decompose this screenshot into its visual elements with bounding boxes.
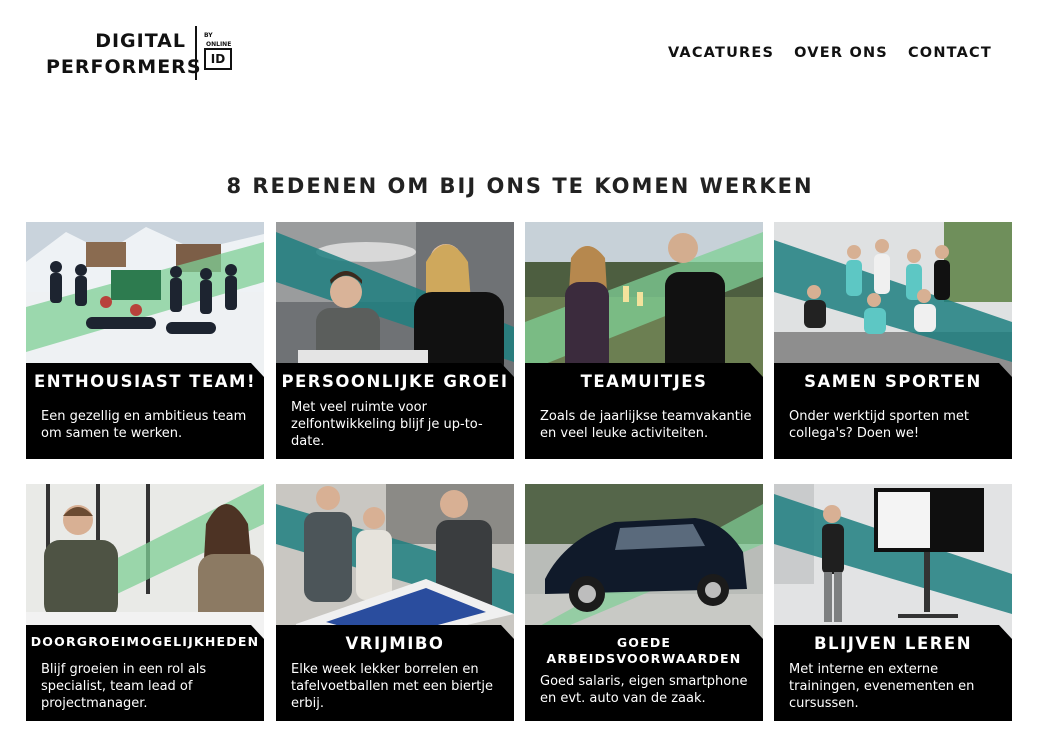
card-description: Goed salaris, eigen smartphone en evt. a… <box>540 674 748 706</box>
card-caption: GOEDE ARBEIDSVOORWAARDEN Goed salaris, e… <box>525 625 763 721</box>
reason-card-persoonlijke-groei[interactable]: PERSOONLIJKE GROEI Met veel ruimte voor … <box>276 222 514 459</box>
nav-link-contact[interactable]: CONTACT <box>908 45 992 61</box>
logo-id-badge: ID <box>204 48 232 70</box>
reason-card-doorgroeimogelijkheden[interactable]: DOORGROEIMOGELIJKHEDEN Blijf groeien in … <box>26 484 264 721</box>
card-caption: PERSOONLIJKE GROEI Met veel ruimte voor … <box>276 363 514 459</box>
card-title: TEAMUITJES <box>580 372 708 391</box>
card-description: Met interne en externe trainingen, evene… <box>789 662 975 711</box>
card-description: Onder werktijd sporten met collega's? Do… <box>789 409 969 441</box>
logo-text-digital: DIGITAL <box>95 30 186 52</box>
meeting-photo <box>26 484 264 644</box>
card-description: Elke week lekker borrelen en tafelvoetba… <box>291 662 493 711</box>
team-mountain-photo <box>26 222 264 382</box>
card-title: DOORGROEIMOGELIJKHEDEN <box>30 634 260 649</box>
main-nav: VACATURES OVER ONS CONTACT <box>668 45 992 61</box>
card-title: PERSOONLIJKE GROEI <box>281 372 509 391</box>
foosball-photo <box>276 484 514 644</box>
card-description: Met veel ruimte voor zelfontwikkeling bl… <box>291 400 483 449</box>
reason-card-goede-arbeidsvoorwaarden[interactable]: GOEDE ARBEIDSVOORWAARDEN Goed salaris, e… <box>525 484 763 721</box>
card-caption: ENTHOUSIAST TEAM! Een gezellig en ambiti… <box>26 363 264 459</box>
logo-divider <box>195 26 197 80</box>
presentation-photo <box>774 484 1012 644</box>
card-title: GOEDE ARBEIDSVOORWAARDEN <box>546 635 742 666</box>
card-description: Een gezellig en ambitieus team om samen … <box>41 409 247 441</box>
reason-card-teamuitjes[interactable]: TEAMUITJES Zoals de jaarlijkse teamvakan… <box>525 222 763 459</box>
card-title: BLIJVEN LEREN <box>813 634 973 653</box>
reason-card-enthousiast-team[interactable]: ENTHOUSIAST TEAM! Een gezellig en ambiti… <box>26 222 264 459</box>
company-car-photo <box>525 484 763 644</box>
reason-card-samen-sporten[interactable]: SAMEN SPORTEN Onder werktijd sporten met… <box>774 222 1012 459</box>
nav-link-over-ons[interactable]: OVER ONS <box>794 45 888 61</box>
toast-photo <box>525 222 763 382</box>
logo-text-online: ONLINE <box>206 41 232 48</box>
card-caption: BLIJVEN LEREN Met interne en externe tra… <box>774 625 1012 721</box>
page-title: 8 REDENEN OM BIJ ONS TE KOMEN WERKEN <box>226 174 814 199</box>
card-title: ENTHOUSIAST TEAM! <box>34 372 256 391</box>
card-caption: DOORGROEIMOGELIJKHEDEN Blijf groeien in … <box>26 625 264 721</box>
card-description: Blijf groeien in een rol als specialist,… <box>41 662 207 711</box>
nav-link-vacatures[interactable]: VACATURES <box>668 45 774 61</box>
card-title: SAMEN SPORTEN <box>804 372 982 391</box>
reason-card-blijven-leren[interactable]: BLIJVEN LEREN Met interne en externe tra… <box>774 484 1012 721</box>
card-description: Zoals de jaarlijkse teamvakantie en veel… <box>540 409 752 441</box>
logo-text-by: BY <box>204 32 213 39</box>
card-caption: TEAMUITJES Zoals de jaarlijkse teamvakan… <box>525 363 763 459</box>
office-colleagues-photo <box>276 222 514 382</box>
card-caption: SAMEN SPORTEN Onder werktijd sporten met… <box>774 363 1012 459</box>
sport-group-photo <box>774 222 1012 382</box>
company-logo[interactable]: DIGITAL PERFORMERS BY ONLINE ID <box>46 26 242 82</box>
reason-card-vrijmibo[interactable]: VRIJMIBO Elke week lekker borrelen en ta… <box>276 484 514 721</box>
card-caption: VRIJMIBO Elke week lekker borrelen en ta… <box>276 625 514 721</box>
logo-text-performers: PERFORMERS <box>46 56 202 78</box>
card-title: VRIJMIBO <box>345 634 445 653</box>
